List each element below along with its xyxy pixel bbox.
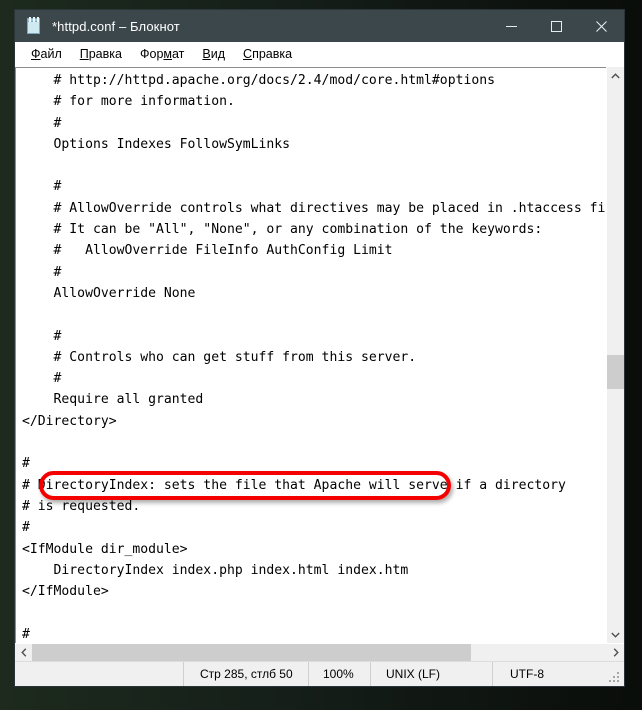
scroll-left-arrow[interactable] <box>15 644 32 661</box>
notepad-window: *httpd.conf – Блокнот Файл Правка Формат… <box>14 9 625 687</box>
scroll-up-arrow[interactable] <box>607 67 624 84</box>
menu-item-help[interactable]: Справка <box>234 45 301 63</box>
editor-text[interactable]: # http://httpd.apache.org/docs/2.4/mod/c… <box>22 70 606 643</box>
menu-view-rest: ид <box>210 47 226 61</box>
horizontal-scrollbar[interactable] <box>15 643 624 661</box>
menu-edit-accel: П <box>79 47 89 61</box>
menu-item-file[interactable]: Файл <box>22 45 71 63</box>
minimize-button[interactable] <box>489 10 534 42</box>
horizontal-scroll-thumb[interactable] <box>32 644 471 661</box>
close-button[interactable] <box>579 10 624 42</box>
scroll-right-arrow[interactable] <box>607 644 624 661</box>
status-spacer <box>15 662 183 686</box>
menu-file-accel: Ф <box>31 47 41 61</box>
editor-row: # http://httpd.apache.org/docs/2.4/mod/c… <box>15 67 624 643</box>
status-encoding: UTF-8 <box>492 662 544 686</box>
editor-area: # http://httpd.apache.org/docs/2.4/mod/c… <box>15 66 624 661</box>
menu-help-accel: С <box>243 47 253 61</box>
menu-item-format[interactable]: Формат <box>131 45 193 63</box>
status-bar: Стр 285, стлб 50 100% UNIX (LF) UTF-8 <box>15 661 624 686</box>
menu-file-rest: айл <box>40 47 62 61</box>
status-zoom-level[interactable]: 100% <box>308 662 370 686</box>
status-line-ending: UNIX (LF) <box>370 662 492 686</box>
title-bar[interactable]: *httpd.conf – Блокнот <box>15 10 624 42</box>
scroll-down-arrow[interactable] <box>607 626 624 643</box>
resize-grip[interactable] <box>609 672 620 683</box>
maximize-button[interactable] <box>534 10 579 42</box>
menu-item-edit[interactable]: Правка <box>71 45 131 63</box>
menu-help-rest: правка <box>252 47 293 61</box>
window-controls <box>489 10 624 42</box>
menu-format-accel: м <box>163 47 172 61</box>
status-cursor-position: Стр 285, стлб 50 <box>183 662 308 686</box>
vertical-scrollbar[interactable] <box>606 67 624 643</box>
notepad-icon <box>25 17 43 35</box>
menu-bar: Файл Правка Формат Вид Справка <box>15 42 624 66</box>
menu-format-rest: ат <box>172 47 185 61</box>
text-editor[interactable]: # http://httpd.apache.org/docs/2.4/mod/c… <box>15 67 606 643</box>
menu-item-view[interactable]: Вид <box>193 45 234 63</box>
vertical-scroll-thumb[interactable] <box>607 355 624 389</box>
window-title: *httpd.conf – Блокнот <box>52 18 180 34</box>
menu-view-accel: В <box>202 47 211 61</box>
menu-edit-rest: равка <box>88 47 122 61</box>
menu-format-pre: Фор <box>139 47 164 61</box>
